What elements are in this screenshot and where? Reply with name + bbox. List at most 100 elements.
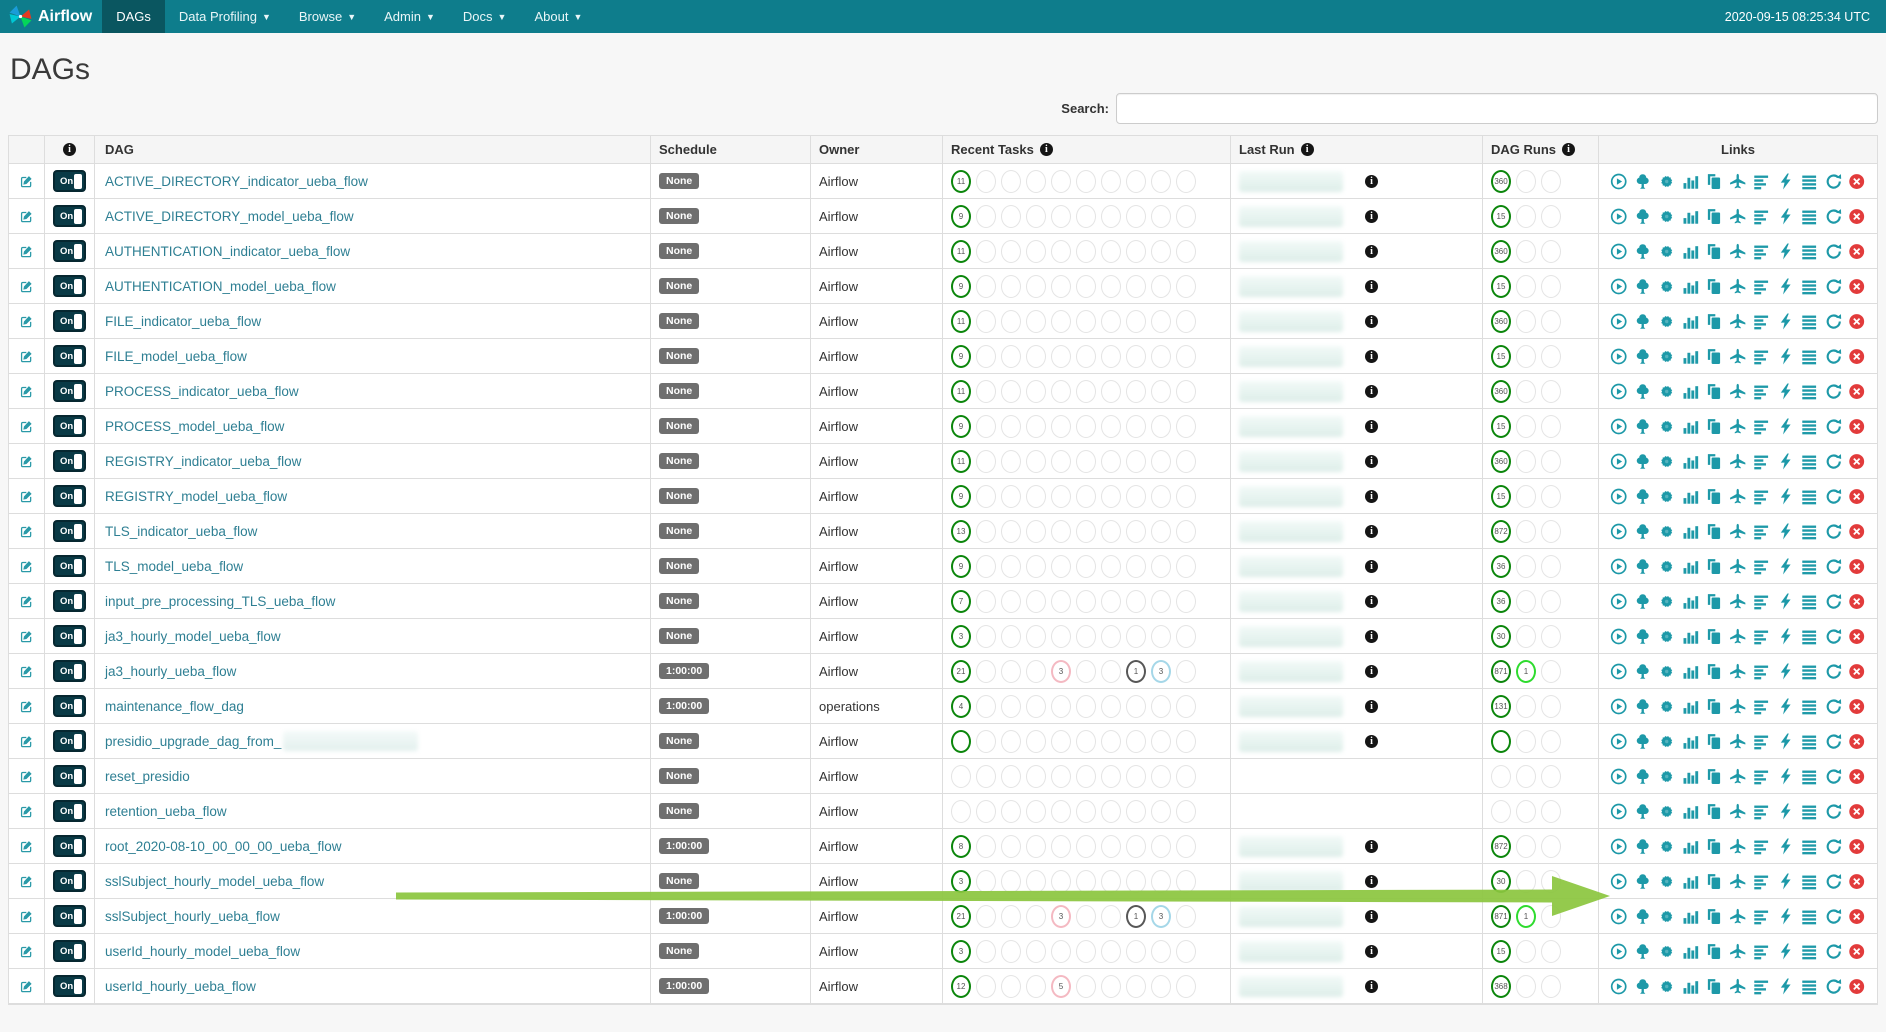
dag-name-link[interactable]: ACTIVE_DIRECTORY_indicator_ueba_flow — [105, 174, 368, 189]
task-duration-icon[interactable] — [1682, 383, 1699, 400]
scheduled-count-circle[interactable] — [1176, 940, 1196, 963]
success-count-circle[interactable]: 7 — [951, 590, 971, 613]
tree-view-icon[interactable] — [1634, 873, 1651, 890]
delete-dag-icon[interactable] — [1848, 558, 1865, 575]
tree-view-icon[interactable] — [1634, 593, 1651, 610]
header-schedule[interactable]: Schedule — [651, 136, 811, 163]
success-count-circle[interactable]: 360 — [1491, 450, 1511, 473]
task-tries-icon[interactable] — [1705, 698, 1722, 715]
edit-dag-icon[interactable] — [20, 663, 33, 680]
refresh-dag-icon[interactable] — [1825, 803, 1842, 820]
landing-times-icon[interactable] — [1729, 978, 1746, 995]
task-duration-icon[interactable] — [1682, 313, 1699, 330]
task-tries-icon[interactable] — [1705, 593, 1722, 610]
upstream_failed-count-circle[interactable] — [1026, 695, 1046, 718]
success-count-circle[interactable]: 11 — [951, 380, 971, 403]
dag-on-off-toggle[interactable]: On — [53, 415, 86, 437]
delete-dag-icon[interactable] — [1848, 208, 1865, 225]
task-duration-icon[interactable] — [1682, 488, 1699, 505]
running-count-circle[interactable] — [1516, 170, 1536, 193]
code-view-icon[interactable] — [1777, 208, 1794, 225]
up_for_reschedule-count-circle[interactable] — [1101, 625, 1121, 648]
success-count-circle[interactable]: 9 — [951, 485, 971, 508]
logs-icon[interactable] — [1801, 943, 1818, 960]
landing-times-icon[interactable] — [1729, 908, 1746, 925]
graph-view-icon[interactable] — [1658, 488, 1675, 505]
failed-count-circle[interactable] — [1001, 590, 1021, 613]
success-count-circle[interactable]: 368 — [1491, 975, 1511, 998]
up_for_retry-count-circle[interactable] — [1076, 940, 1096, 963]
refresh-dag-icon[interactable] — [1825, 593, 1842, 610]
queued-count-circle[interactable] — [1126, 975, 1146, 998]
failed-count-circle[interactable] — [1001, 240, 1021, 263]
landing-times-icon[interactable] — [1729, 663, 1746, 680]
none-count-circle[interactable] — [1151, 275, 1171, 298]
dag-on-off-toggle[interactable]: On — [53, 555, 86, 577]
scheduled-count-circle[interactable] — [1176, 275, 1196, 298]
task-duration-icon[interactable] — [1682, 768, 1699, 785]
skipped-count-circle[interactable] — [1051, 345, 1071, 368]
scheduled-count-circle[interactable] — [1176, 730, 1196, 753]
trigger-dag-icon[interactable] — [1610, 803, 1627, 820]
task-duration-icon[interactable] — [1682, 803, 1699, 820]
up_for_retry-count-circle[interactable] — [1076, 170, 1096, 193]
dag-on-off-toggle[interactable]: On — [53, 800, 86, 822]
queued-count-circle[interactable]: 1 — [1126, 905, 1146, 928]
last-run-info-icon[interactable]: i — [1365, 210, 1378, 223]
graph-view-icon[interactable] — [1658, 593, 1675, 610]
none-count-circle[interactable] — [1151, 730, 1171, 753]
landing-times-icon[interactable] — [1729, 383, 1746, 400]
trigger-dag-icon[interactable] — [1610, 348, 1627, 365]
up_for_retry-count-circle[interactable] — [1076, 310, 1096, 333]
none-count-circle[interactable] — [1151, 345, 1171, 368]
delete-dag-icon[interactable] — [1848, 663, 1865, 680]
task-tries-icon[interactable] — [1705, 313, 1722, 330]
scheduled-count-circle[interactable] — [1176, 345, 1196, 368]
gantt-view-icon[interactable] — [1753, 593, 1770, 610]
dag-on-off-toggle[interactable]: On — [53, 240, 86, 262]
success-count-circle[interactable]: 15 — [1491, 345, 1511, 368]
landing-times-icon[interactable] — [1729, 803, 1746, 820]
scheduled-count-circle[interactable] — [1176, 520, 1196, 543]
logs-icon[interactable] — [1801, 803, 1818, 820]
dag-on-off-toggle[interactable]: On — [53, 205, 86, 227]
queued-count-circle[interactable] — [1126, 485, 1146, 508]
upstream_failed-count-circle[interactable] — [1026, 450, 1046, 473]
failed-count-circle[interactable] — [1001, 660, 1021, 683]
scheduled-count-circle[interactable] — [1176, 205, 1196, 228]
last-run-info-icon[interactable]: i — [1365, 630, 1378, 643]
tree-view-icon[interactable] — [1634, 558, 1651, 575]
edit-dag-icon[interactable] — [20, 873, 33, 890]
trigger-dag-icon[interactable] — [1610, 698, 1627, 715]
up_for_retry-count-circle[interactable] — [1076, 205, 1096, 228]
landing-times-icon[interactable] — [1729, 278, 1746, 295]
running-count-circle[interactable] — [1516, 275, 1536, 298]
failed-count-circle[interactable] — [1001, 310, 1021, 333]
tree-view-icon[interactable] — [1634, 523, 1651, 540]
edit-dag-icon[interactable] — [20, 453, 33, 470]
upstream_failed-count-circle[interactable] — [1026, 870, 1046, 893]
task-tries-icon[interactable] — [1705, 208, 1722, 225]
gantt-view-icon[interactable] — [1753, 523, 1770, 540]
dag-name-link[interactable]: PROCESS_model_ueba_flow — [105, 419, 284, 434]
code-view-icon[interactable] — [1777, 908, 1794, 925]
skipped-count-circle[interactable] — [1051, 520, 1071, 543]
trigger-dag-icon[interactable] — [1610, 733, 1627, 750]
failed-count-circle[interactable] — [1541, 905, 1561, 928]
up_for_reschedule-count-circle[interactable] — [1101, 275, 1121, 298]
gantt-view-icon[interactable] — [1753, 208, 1770, 225]
running-count-circle[interactable] — [976, 800, 996, 823]
success-count-circle[interactable]: 11 — [951, 170, 971, 193]
failed-count-circle[interactable] — [1541, 275, 1561, 298]
success-count-circle[interactable]: 21 — [951, 905, 971, 928]
success-count-circle[interactable]: 15 — [1491, 415, 1511, 438]
success-count-circle[interactable]: 12 — [951, 975, 971, 998]
queued-count-circle[interactable] — [1126, 940, 1146, 963]
up_for_retry-count-circle[interactable] — [1076, 975, 1096, 998]
up_for_reschedule-count-circle[interactable] — [1101, 660, 1121, 683]
success-count-circle[interactable]: 21 — [951, 660, 971, 683]
up_for_retry-count-circle[interactable] — [1076, 555, 1096, 578]
dag-on-off-toggle[interactable]: On — [53, 485, 86, 507]
skipped-count-circle[interactable] — [1051, 380, 1071, 403]
success-count-circle[interactable]: 11 — [951, 450, 971, 473]
